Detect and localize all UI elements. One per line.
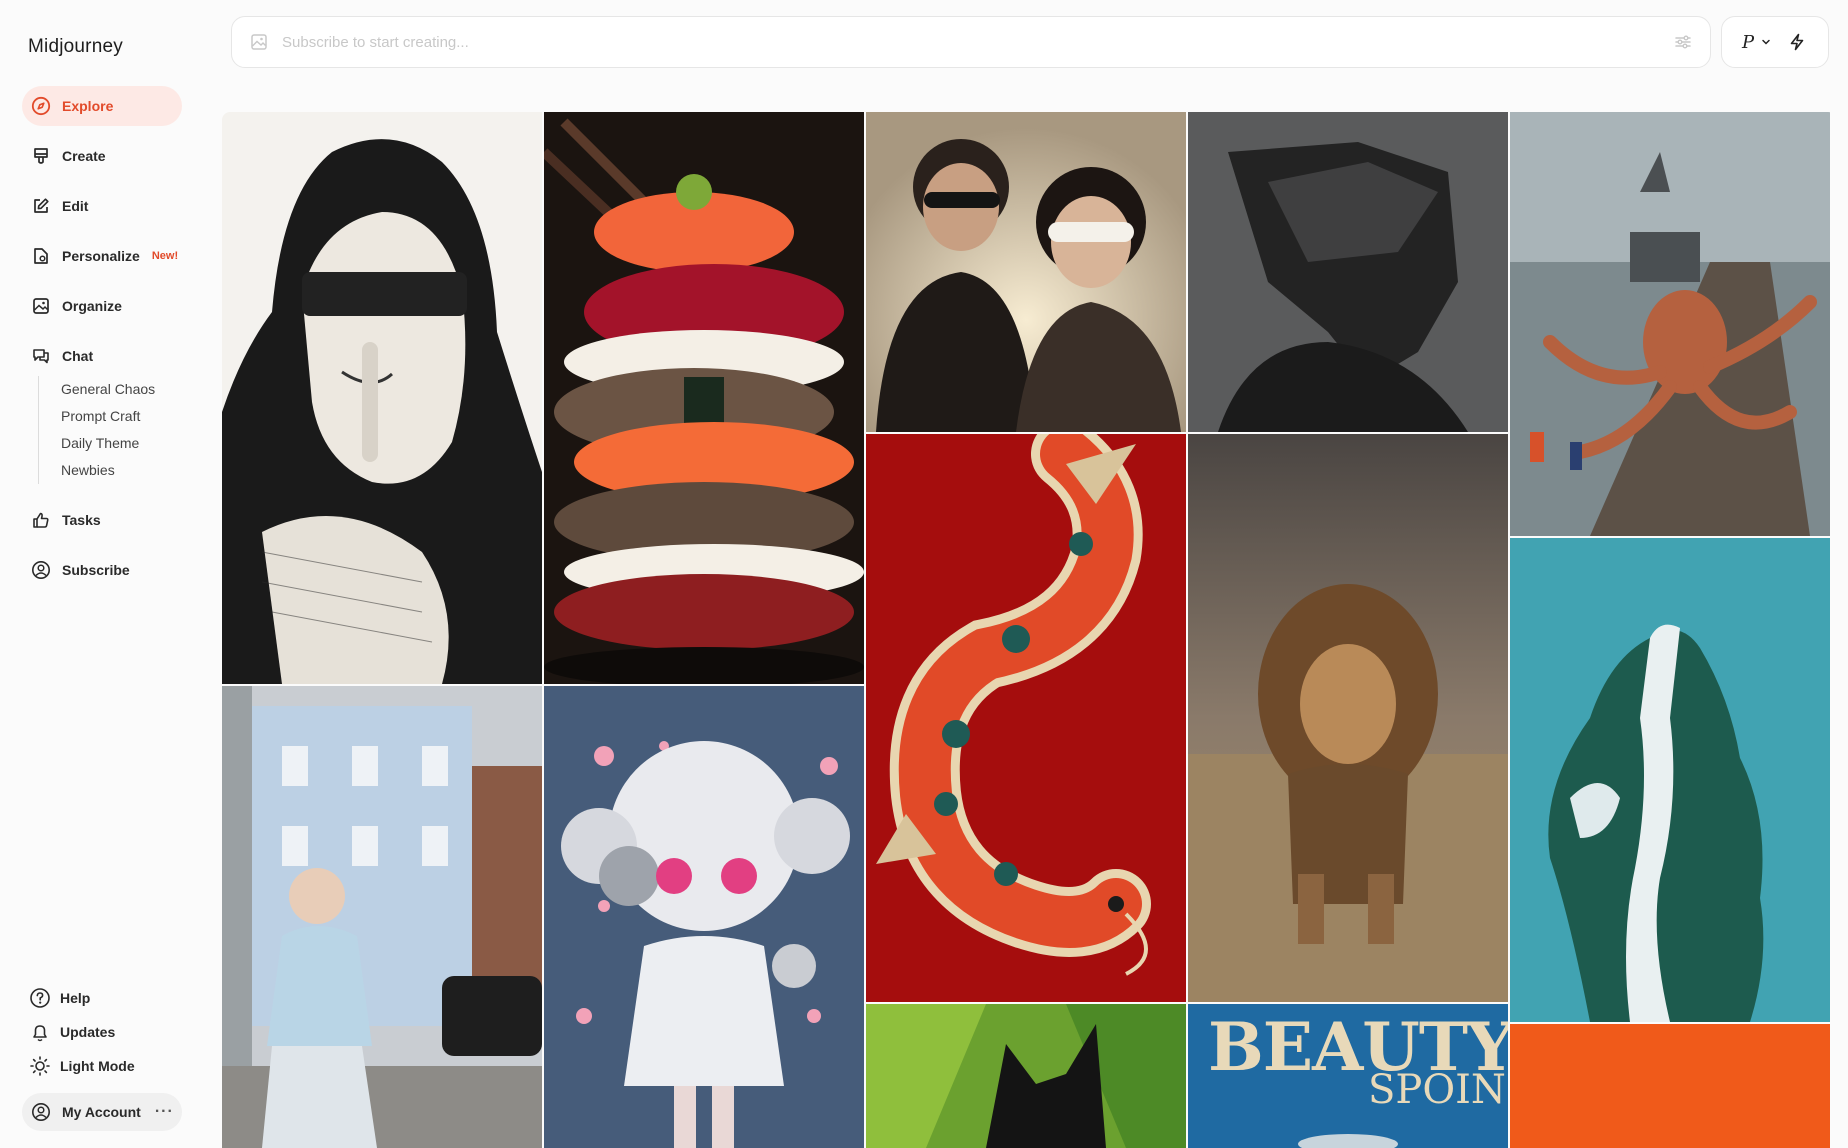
- gallery-image-green-cat[interactable]: [866, 1004, 1186, 1148]
- help-icon: [28, 986, 52, 1010]
- nav-create[interactable]: Create: [22, 136, 182, 176]
- my-account-button[interactable]: My Account ···: [22, 1093, 182, 1131]
- beauty-poster-subtitle: SPOIN: [1368, 1067, 1506, 1113]
- app-logo[interactable]: Midjourney: [28, 36, 123, 58]
- sidebar: Midjourney Explore Create Edit Personali…: [0, 0, 210, 1148]
- nav-edit[interactable]: Edit: [22, 186, 182, 226]
- chat-room-item[interactable]: Prompt Craft: [61, 403, 155, 430]
- gallery-image-orange[interactable]: [1510, 1024, 1830, 1148]
- nav-create-label: Create: [62, 148, 106, 164]
- more-options-icon[interactable]: ···: [155, 1103, 174, 1121]
- nav-subscribe-label: Subscribe: [62, 562, 130, 578]
- image-folder-icon: [30, 295, 52, 317]
- gallery-image-octopus-ship[interactable]: [1510, 112, 1830, 536]
- nav-tasks-label: Tasks: [62, 512, 101, 528]
- gallery-image-sunglasses-couple[interactable]: [866, 112, 1186, 432]
- chat-room-item[interactable]: Daily Theme: [61, 430, 155, 457]
- app-root: Midjourney Explore Create Edit Personali…: [0, 0, 1848, 1148]
- prompt-input[interactable]: [282, 33, 1672, 51]
- nav-chat[interactable]: Chat: [22, 336, 182, 376]
- edit-icon: [30, 195, 52, 217]
- chat-icon: [30, 345, 52, 367]
- profile-mode-letter: P: [1742, 31, 1755, 53]
- nav-explore-label: Explore: [62, 98, 114, 114]
- mode-selector[interactable]: P: [1721, 16, 1829, 68]
- my-account-label: My Account: [62, 1104, 141, 1120]
- explore-gallery: BEAUTY SPOIN: [222, 112, 1836, 1148]
- nav-help-label: Help: [60, 990, 91, 1006]
- nav-chat-label: Chat: [62, 348, 94, 364]
- nav-subscribe[interactable]: Subscribe: [22, 550, 182, 590]
- nav-personalize-label: Personalize: [62, 248, 140, 264]
- chevron-down-icon: [1760, 36, 1772, 48]
- nav-explore[interactable]: Explore: [22, 86, 182, 126]
- brush-icon: [30, 145, 52, 167]
- image-prompt-icon[interactable]: [248, 31, 270, 53]
- nav-light-mode-label: Light Mode: [60, 1058, 135, 1074]
- nav-organize[interactable]: Organize: [22, 286, 182, 326]
- gallery-image-robot-girl[interactable]: [544, 686, 864, 1148]
- sun-icon: [28, 1054, 52, 1078]
- thumbs-up-icon: [30, 509, 52, 531]
- gallery-image-lion[interactable]: [1188, 434, 1508, 1002]
- account-icon: [30, 1101, 52, 1123]
- nav-tasks[interactable]: Tasks: [22, 500, 182, 540]
- nav-light-mode[interactable]: Light Mode: [28, 1052, 135, 1080]
- poster-decoration: [1298, 1134, 1398, 1148]
- new-badge: New!: [151, 250, 179, 262]
- gallery-image-beauty-poster[interactable]: BEAUTY SPOIN: [1188, 1004, 1508, 1148]
- gallery-image-mountain-silhouette[interactable]: [1510, 538, 1830, 1022]
- user-circle-icon: [30, 559, 52, 581]
- chat-room-item[interactable]: Newbies: [61, 457, 155, 484]
- nav-updates[interactable]: Updates: [28, 1018, 115, 1046]
- gallery-image-koi[interactable]: [866, 434, 1186, 1002]
- chat-room-item[interactable]: General Chaos: [61, 376, 155, 403]
- nav-updates-label: Updates: [60, 1024, 116, 1040]
- compass-icon: [30, 95, 52, 117]
- gallery-image-sushi[interactable]: [544, 112, 864, 684]
- nav-personalize[interactable]: Personalize New!: [22, 236, 182, 276]
- nav-help[interactable]: Help: [28, 984, 90, 1012]
- nav-organize-label: Organize: [62, 298, 122, 314]
- nav-edit-label: Edit: [62, 198, 89, 214]
- personalize-icon: [30, 245, 52, 267]
- bell-icon: [28, 1020, 52, 1044]
- sliders-icon[interactable]: [1672, 31, 1694, 53]
- lightning-icon[interactable]: [1786, 31, 1808, 53]
- chat-rooms-list: General Chaos Prompt Craft Daily Theme N…: [38, 376, 155, 484]
- prompt-bar: [231, 16, 1711, 68]
- gallery-image-helmet[interactable]: [1188, 112, 1508, 432]
- gallery-image-nun[interactable]: [222, 112, 542, 684]
- gallery-image-street-woman[interactable]: [222, 686, 542, 1148]
